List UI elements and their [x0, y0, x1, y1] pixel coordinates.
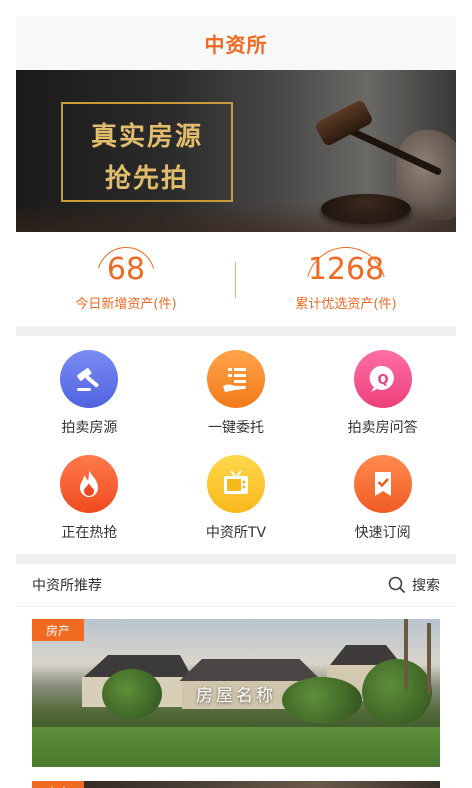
menu-label: 拍卖房源 [61, 420, 118, 436]
property-name: 房屋名称 [196, 686, 276, 706]
arc-decoration [305, 246, 386, 277]
palm-trunk [404, 619, 408, 689]
stat-value-wrap: 1268 [305, 246, 386, 287]
table-edge [16, 202, 456, 232]
category-tag: 房产 [32, 781, 84, 788]
roof-shape [179, 659, 322, 681]
question-bubble-icon: Q [353, 350, 412, 408]
lawn [32, 727, 440, 767]
gavel-icon [60, 350, 119, 408]
menu-label: 一键委托 [207, 420, 264, 436]
recommend-title: 中资所推荐 [32, 578, 102, 594]
svg-text:Q: Q [377, 373, 388, 388]
feature-grid: 拍卖房源 一键委托 Q 拍卖房问答 正在热抢 中资所TV 快速订阅 [16, 336, 456, 554]
stats-row: 68 今日新增资产(件) 1268 累计优选资产(件) [16, 232, 456, 326]
menu-one-click-delegate[interactable]: 一键委托 [163, 350, 310, 437]
hand-list-icon [206, 350, 265, 408]
tv-icon [206, 455, 265, 513]
top-bar: 中资所 [16, 16, 456, 70]
stats-divider [235, 262, 236, 298]
stat-new-today[interactable]: 68 今日新增资产(件) [16, 246, 236, 312]
promo-banner[interactable]: 真实房源 抢先拍 [16, 70, 456, 232]
menu-label: 快速订阅 [354, 525, 411, 541]
banner-line-2: 抢先拍 [104, 164, 189, 194]
search-label: 搜索 [412, 578, 440, 594]
app-screen: 中资所 真实房源 抢先拍 68 今日新增资产(件) 1268 累计优选资产(件) [16, 16, 456, 788]
recommend-header: 中资所推荐 搜索 [16, 564, 456, 607]
category-tag: 房产 [32, 619, 84, 641]
menu-tv[interactable]: 中资所TV [163, 455, 310, 542]
app-title: 中资所 [204, 32, 268, 57]
stat-value-wrap: 68 [97, 246, 155, 287]
stat-total[interactable]: 1268 累计优选资产(件) [236, 246, 456, 312]
search-button[interactable]: 搜索 [388, 575, 440, 595]
menu-auction-qa[interactable]: Q 拍卖房问答 [309, 350, 456, 437]
property-card[interactable]: 房产 [32, 781, 440, 788]
bookmark-check-icon [353, 455, 412, 513]
menu-label: 拍卖房问答 [347, 420, 418, 436]
stat-label: 今日新增资产(件) [75, 296, 177, 312]
property-card[interactable]: 房产 房屋名称 [32, 619, 440, 767]
menu-label: 中资所TV [205, 525, 267, 541]
menu-hot-bidding[interactable]: 正在热抢 [16, 455, 163, 542]
section-separator [16, 326, 456, 336]
search-icon [388, 576, 406, 594]
menu-label: 正在热抢 [61, 525, 118, 541]
stat-label: 累计优选资产(件) [295, 296, 397, 312]
menu-quick-subscribe[interactable]: 快速订阅 [309, 455, 456, 542]
menu-auction-listings[interactable]: 拍卖房源 [16, 350, 163, 437]
banner-line-1: 真实房源 [90, 122, 203, 152]
section-separator [16, 554, 456, 564]
flame-icon [60, 455, 119, 513]
